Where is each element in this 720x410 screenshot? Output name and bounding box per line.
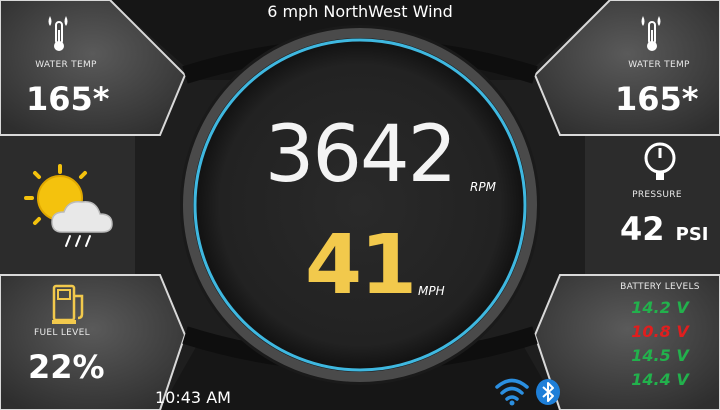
fuel-value: 22% [28, 348, 105, 386]
battery-level-3: 14.5 V [631, 346, 689, 365]
battery-levels-label: BATTERY LEVELS [620, 282, 700, 292]
right-water-temp-panel[interactable]: WATER TEMP 165* [585, 8, 715, 128]
bluetooth-icon[interactable] [535, 378, 561, 410]
speed-unit: MPH [418, 284, 445, 298]
right-water-temp-label: WATER TEMP [628, 60, 690, 70]
right-water-temp-value: 165* [615, 80, 699, 118]
wind-status-text: 6 mph NorthWest Wind [267, 2, 453, 21]
pressure-label: PRESSURE [632, 190, 682, 200]
fuel-panel[interactable]: FUEL LEVEL 22% [10, 280, 150, 405]
thermometer-icon [635, 12, 675, 58]
thermometer-icon [42, 12, 82, 58]
speed-value: 41 [305, 218, 417, 313]
pressure-unit: PSI [675, 224, 709, 245]
battery-level-2: 10.8 V [631, 322, 689, 341]
pressure-panel[interactable]: PRESSURE 42 PSI [600, 140, 715, 270]
fuel-pump-icon [50, 282, 90, 330]
pressure-gauge-icon [642, 142, 678, 186]
left-water-temp-label: WATER TEMP [35, 60, 97, 70]
left-water-temp-value: 165* [26, 80, 110, 118]
pressure-value: 42 [620, 210, 665, 248]
battery-level-1: 14.2 V [631, 298, 689, 317]
fuel-label: FUEL LEVEL [34, 328, 90, 338]
battery-level-4: 14.4 V [631, 370, 689, 389]
clock-time: 10:43 AM [155, 388, 231, 407]
rpm-value: 3642 [264, 110, 458, 200]
weather-sun-cloud-rain-icon [22, 160, 122, 254]
rpm-unit: RPM [470, 180, 496, 194]
pressure-readout: 42 PSI [620, 210, 708, 248]
wifi-icon[interactable] [495, 376, 529, 410]
left-water-temp-panel[interactable]: WATER TEMP 165* [10, 8, 140, 128]
